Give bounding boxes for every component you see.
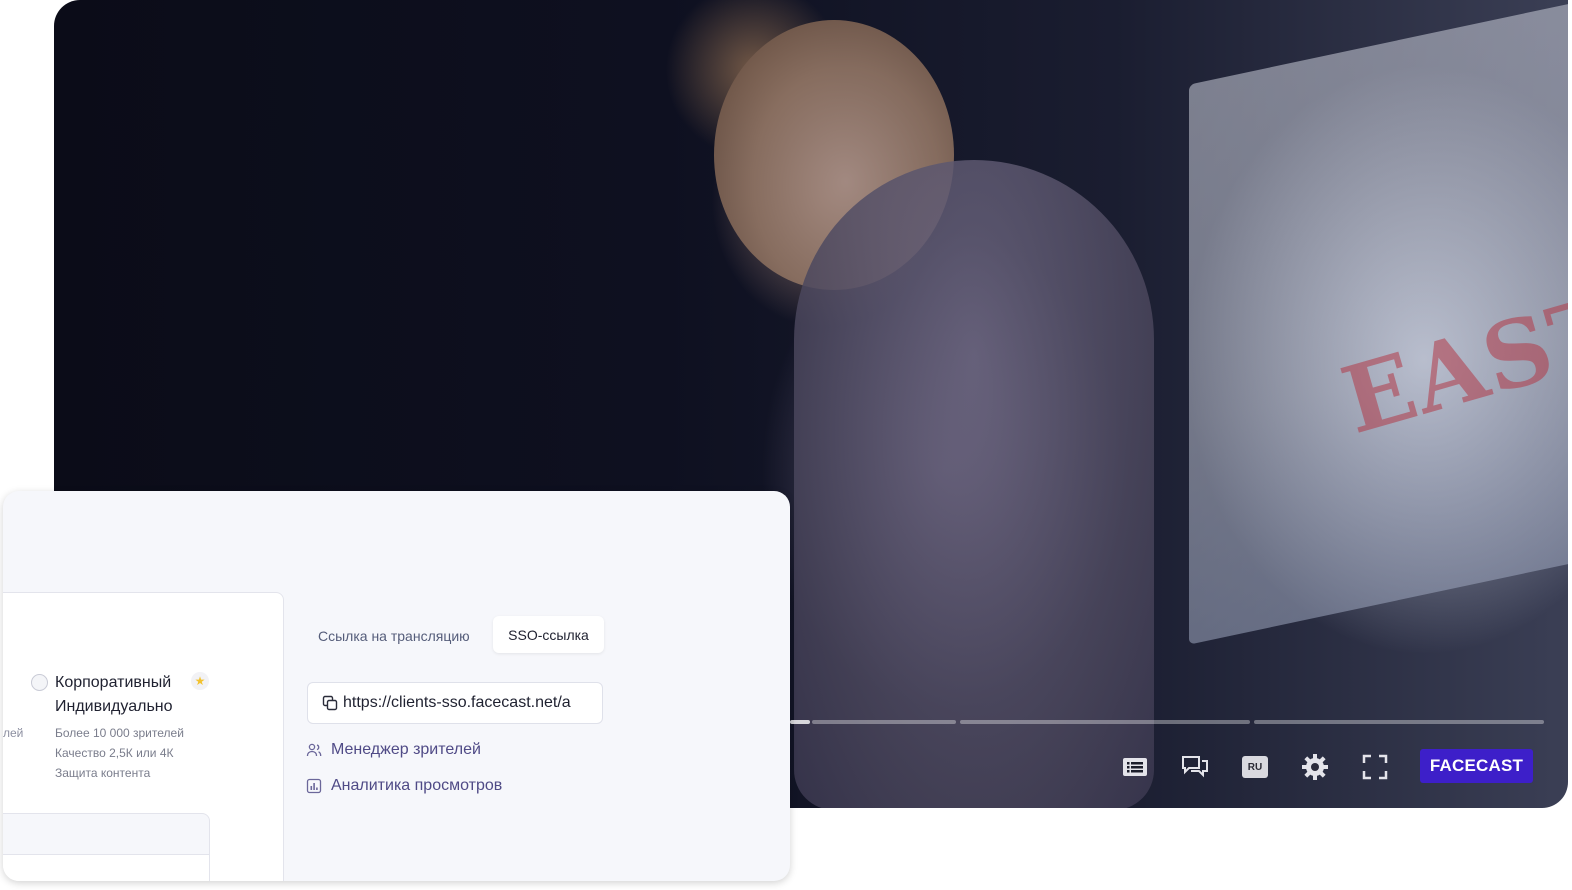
playlist-button[interactable] (1120, 752, 1150, 782)
gear-icon (1302, 754, 1328, 780)
list-icon (1123, 758, 1147, 776)
progress-segment-3[interactable] (1254, 720, 1544, 724)
chat-button[interactable] (1180, 752, 1210, 782)
settings-card: лей Корпоративный Индивидуально ★ Более … (3, 491, 790, 881)
plan-panel-secondary-row (3, 854, 209, 881)
fullscreen-icon (1362, 754, 1388, 780)
viewer-manager-label: Менеджер зрителей (331, 741, 481, 758)
language-badge: RU (1242, 756, 1268, 778)
tab-sso-link[interactable]: SSO-ссылка (493, 616, 604, 653)
analytics-chart-icon (306, 778, 322, 794)
plan-title-line2: Индивидуально (55, 698, 173, 715)
chat-bubbles-icon (1182, 756, 1208, 778)
view-analytics-label: Аналитика просмотров (331, 777, 503, 794)
plan-panel-secondary (3, 813, 210, 881)
star-icon: ★ (191, 672, 209, 690)
settings-button[interactable] (1300, 752, 1330, 782)
player-controls: RU (1120, 748, 1420, 786)
fullscreen-button[interactable] (1360, 752, 1390, 782)
plan-feature: Качество 2,5К или 4К (55, 746, 174, 760)
viewer-manager-link[interactable]: Менеджер зрителей (306, 741, 481, 759)
progress-segment-2[interactable] (960, 720, 1250, 724)
stream-url-field[interactable]: https://clients-sso.facecast.net/a (307, 682, 603, 724)
copy-icon[interactable] (322, 695, 338, 711)
progress-segment-1[interactable] (812, 720, 956, 724)
progress-played[interactable] (790, 720, 810, 724)
view-analytics-link[interactable]: Аналитика просмотров (306, 777, 502, 795)
plan-feature-cut: лей (3, 726, 24, 740)
language-button[interactable]: RU (1240, 752, 1270, 782)
plan-feature: Защита контента (55, 766, 151, 780)
plan-title-line1: Корпоративный (55, 674, 172, 691)
users-icon (306, 743, 322, 757)
tab-stream-link[interactable]: Ссылка на трансляцию (318, 628, 470, 644)
speaker-body (794, 160, 1154, 808)
plan-title: Корпоративный Индивидуально (55, 671, 173, 719)
plan-feature: Более 10 000 зрителей (55, 726, 184, 740)
stream-url-value: https://clients-sso.facecast.net/a (343, 694, 571, 711)
facecast-logo-button[interactable]: FACECAST (1420, 749, 1533, 783)
plan-radio[interactable] (31, 674, 48, 691)
